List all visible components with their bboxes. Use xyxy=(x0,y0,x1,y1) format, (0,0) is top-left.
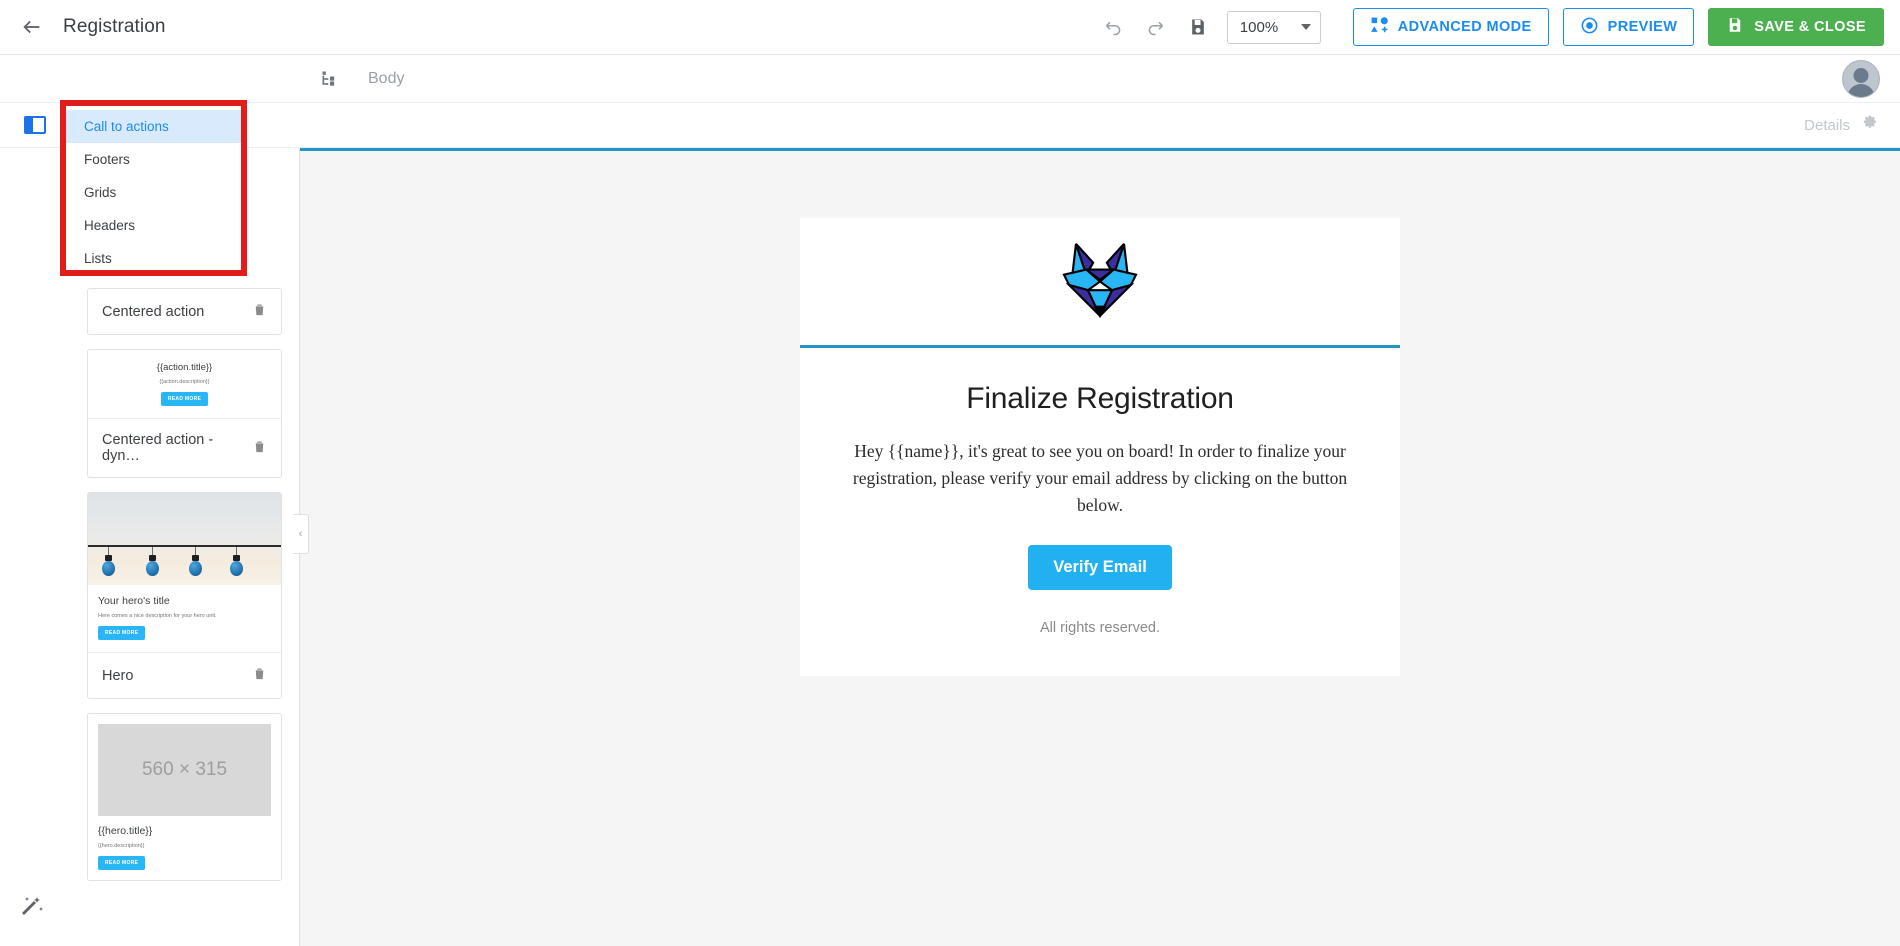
menu-item-label: Lists xyxy=(84,251,112,266)
preview-title: {{action.title}} xyxy=(156,362,213,373)
block-name: Centered action xyxy=(102,303,205,320)
zoom-select[interactable]: 100% xyxy=(1226,10,1321,44)
preview-button: READ MORE xyxy=(160,392,209,406)
layout-panel-icon[interactable] xyxy=(24,116,46,134)
block-label-row: Centered action - dyn… xyxy=(88,418,281,477)
menu-item-grids[interactable]: Grids xyxy=(66,176,241,209)
trash-icon[interactable] xyxy=(252,439,267,458)
trash-icon[interactable] xyxy=(252,302,267,321)
light-string-wire xyxy=(88,545,281,547)
save-disk-icon[interactable] xyxy=(1177,6,1219,48)
preview-title: Your hero's title xyxy=(98,595,170,607)
email-body: Finalize Registration Hey {{name}}, it's… xyxy=(800,348,1400,677)
avatar-head xyxy=(1853,67,1869,83)
redo-icon[interactable] xyxy=(1135,6,1177,48)
image-placeholder: 560 × 315 xyxy=(98,724,271,816)
chevron-down-icon xyxy=(1300,24,1311,30)
preview-button: READ MORE xyxy=(98,856,146,870)
email-footer: All rights reserved. xyxy=(1039,620,1161,637)
email-canvas: Finalize Registration Hey {{name}}, it's… xyxy=(300,148,1900,946)
block-name: Hero xyxy=(102,667,134,684)
fox-head-logo xyxy=(1057,237,1143,326)
menu-item-label: Footers xyxy=(84,152,130,167)
preview-label: PREVIEW xyxy=(1607,19,1678,35)
toolbar-actions: 100% ADVANCED MODE PREVIEW SAVE & CLOSE xyxy=(1093,6,1900,48)
save-and-close-label: SAVE & CLOSE xyxy=(1754,19,1866,35)
menu-item-label: Grids xyxy=(84,185,117,200)
avatar[interactable] xyxy=(1842,59,1880,98)
undo-icon[interactable] xyxy=(1093,6,1135,48)
advanced-mode-icon xyxy=(1370,16,1389,39)
menu-item-headers[interactable]: Headers xyxy=(66,209,241,242)
breadcrumb-bar: Body xyxy=(0,55,1900,103)
email-preview[interactable]: Finalize Registration Hey {{name}}, it's… xyxy=(800,218,1400,677)
avatar-body xyxy=(1847,83,1875,97)
details-toggle[interactable]: Details xyxy=(1804,115,1900,136)
sidebar-collapse-handle[interactable]: ‹ xyxy=(293,514,309,554)
preview-button: READ MORE xyxy=(98,626,146,640)
light-bulb xyxy=(230,547,243,576)
menu-item-lists[interactable]: Lists xyxy=(66,242,241,275)
hero-image xyxy=(88,493,281,585)
gear-icon[interactable] xyxy=(1861,115,1878,136)
email-heading: Finalize Registration xyxy=(966,382,1234,415)
block-preview: Your hero's title Here comes a nice desc… xyxy=(88,585,281,652)
block-label-row: Hero xyxy=(88,652,281,698)
block-card[interactable]: 560 × 315 {{hero.title}} {{hero.descript… xyxy=(87,713,282,881)
advanced-mode-label: ADVANCED MODE xyxy=(1397,19,1532,35)
block-card[interactable]: Centered action xyxy=(87,288,282,335)
preview-button[interactable]: PREVIEW xyxy=(1562,8,1695,46)
page-title: Registration xyxy=(63,16,166,37)
preview-description: {{hero.description}} xyxy=(98,843,145,849)
block-label-row: Centered action xyxy=(88,289,281,334)
verify-email-button[interactable]: Verify Email xyxy=(1028,545,1172,591)
email-paragraph: Hey {{name}}, it's great to see you on b… xyxy=(852,441,1348,516)
menu-item-label: Headers xyxy=(84,218,136,233)
details-label: Details xyxy=(1804,116,1850,134)
preview-title: {{hero.title}} xyxy=(98,825,153,837)
block-name: Centered action - dyn… xyxy=(102,432,214,464)
block-preview: {{action.title}} {{action.description}} … xyxy=(88,350,281,418)
eye-icon xyxy=(1580,16,1599,39)
magic-wand-icon[interactable] xyxy=(20,895,44,924)
save-and-close-button[interactable]: SAVE & CLOSE xyxy=(1708,8,1884,46)
menu-item-call-to-actions[interactable]: Call to actions xyxy=(66,110,241,143)
light-bulb xyxy=(102,547,115,576)
save-disk-icon xyxy=(1726,16,1744,38)
block-category-menu[interactable]: Call to actions Footers Grids Headers Li… xyxy=(60,100,247,276)
preview-description: {{action.description}} xyxy=(159,379,210,385)
breadcrumb[interactable]: Body xyxy=(368,70,404,88)
top-toolbar: Registration 100% ADVANCED MODE PREVIEW … xyxy=(0,0,1900,55)
zoom-value: 100% xyxy=(1239,18,1279,36)
details-bar: Details xyxy=(0,103,1900,148)
advanced-mode-button[interactable]: ADVANCED MODE xyxy=(1352,8,1549,46)
block-preview: 560 × 315 {{hero.title}} {{hero.descript… xyxy=(88,714,281,880)
light-bulb xyxy=(146,547,159,576)
light-bulb xyxy=(189,547,202,576)
menu-item-label: Call to actions xyxy=(84,119,169,134)
email-logo-band xyxy=(800,218,1400,348)
trash-icon[interactable] xyxy=(252,666,267,685)
block-card[interactable]: Your hero's title Here comes a nice desc… xyxy=(87,492,282,699)
structure-tree-icon[interactable] xyxy=(320,69,340,89)
preview-description: Here comes a nice description for your h… xyxy=(98,613,217,619)
block-card[interactable]: {{action.title}} {{action.description}} … xyxy=(87,349,282,478)
menu-item-footers[interactable]: Footers xyxy=(66,143,241,176)
back-arrow-icon[interactable] xyxy=(15,10,49,44)
canvas-accent-line xyxy=(300,148,1900,151)
